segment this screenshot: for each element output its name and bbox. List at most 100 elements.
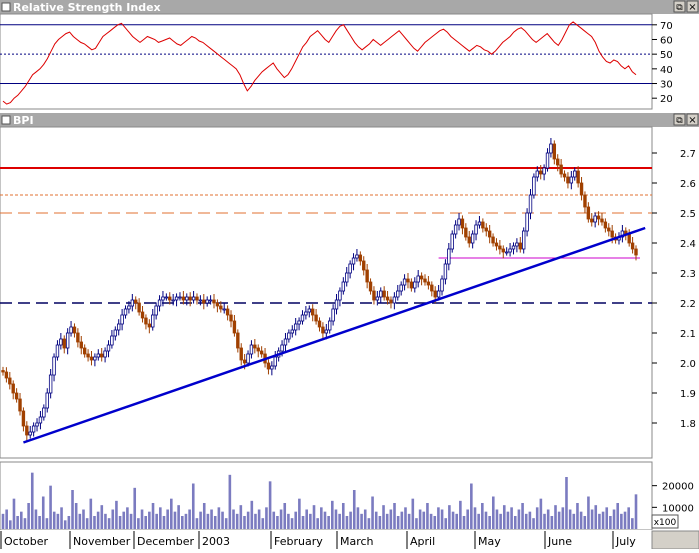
candle-body bbox=[52, 356, 56, 376]
volume-bar bbox=[572, 513, 576, 529]
volume-bar bbox=[528, 511, 532, 529]
volume-bar bbox=[312, 505, 316, 529]
candle-body bbox=[232, 320, 237, 334]
candle-body bbox=[600, 218, 604, 223]
candle-body bbox=[21, 410, 26, 427]
volume-axis: 20000 10000 bbox=[652, 482, 694, 514]
candle-body bbox=[542, 167, 546, 175]
volume-bar bbox=[155, 513, 158, 529]
candle-body bbox=[566, 176, 570, 184]
candle-body bbox=[14, 392, 19, 400]
x-tick-label: October bbox=[4, 535, 48, 548]
volume-bar bbox=[162, 516, 166, 529]
candle-body bbox=[225, 308, 230, 316]
candle-body bbox=[62, 338, 66, 349]
candle-body bbox=[511, 245, 516, 250]
candle-body bbox=[89, 356, 94, 361]
price-tick-label: 2.3 bbox=[680, 269, 696, 280]
x-tick-label: March bbox=[340, 535, 374, 548]
candle-body bbox=[256, 347, 260, 352]
volume-bar bbox=[620, 513, 623, 529]
candle-body bbox=[195, 296, 199, 301]
volume-bar bbox=[309, 513, 312, 529]
volume-bar bbox=[298, 498, 301, 529]
candle-body bbox=[596, 215, 601, 220]
candle-body bbox=[178, 296, 182, 299]
price-tick-label: 2.5 bbox=[680, 209, 696, 220]
volume-bar bbox=[627, 507, 630, 529]
candle-body bbox=[610, 230, 614, 238]
candle-body bbox=[603, 221, 608, 229]
rsi-tick-label: 70 bbox=[660, 21, 673, 32]
volume-bar bbox=[19, 511, 23, 529]
rsi-restore-icon: ⧉ bbox=[676, 3, 683, 13]
volume-bar bbox=[41, 496, 45, 529]
candle-body bbox=[504, 251, 509, 254]
volume-bar bbox=[129, 513, 133, 529]
candle-body bbox=[576, 170, 580, 184]
chart-svg: Relative Strength Index ⧉ × 70 60 50 40 30 20… bbox=[0, 0, 699, 550]
candle-body bbox=[341, 281, 346, 292]
volume-bar bbox=[170, 498, 173, 529]
volume-bar bbox=[535, 507, 539, 529]
candle-body bbox=[607, 227, 611, 232]
candle-body bbox=[481, 221, 485, 229]
volume-bar bbox=[466, 509, 469, 529]
volume-bar bbox=[235, 513, 239, 529]
volume-bar bbox=[561, 507, 565, 529]
candle-body bbox=[212, 299, 216, 304]
volume-bar bbox=[576, 503, 579, 529]
volume-bar bbox=[210, 509, 213, 529]
candle-body bbox=[229, 314, 233, 322]
candle-body bbox=[317, 320, 322, 328]
price-axis: 2.7 2.6 2.5 2.4 2.3 2.2 2.1 2.0 1.9 1.8 bbox=[652, 149, 696, 430]
volume-bar bbox=[254, 513, 257, 529]
price-tick-label: 2.4 bbox=[680, 239, 696, 250]
candle-body bbox=[310, 308, 315, 316]
candle-body bbox=[355, 254, 359, 259]
volume-bar bbox=[345, 516, 349, 529]
candle-body bbox=[205, 299, 209, 304]
volume-bar bbox=[82, 509, 85, 529]
scrollbar[interactable] bbox=[651, 530, 699, 550]
x-tick-label: July bbox=[615, 535, 636, 548]
volume-bar bbox=[140, 509, 144, 529]
candle-body bbox=[351, 257, 356, 265]
candle-body bbox=[86, 353, 90, 358]
candle-body bbox=[35, 422, 39, 427]
candle-body bbox=[419, 275, 424, 280]
volume-bar bbox=[510, 507, 513, 529]
candle-body bbox=[321, 326, 325, 334]
volume-bar bbox=[213, 516, 217, 529]
rsi-header-icon bbox=[1, 2, 11, 12]
candle-body bbox=[457, 218, 461, 226]
candle-body bbox=[396, 290, 400, 298]
volume-bar bbox=[579, 511, 583, 529]
candle-body bbox=[113, 329, 118, 337]
volume-bar bbox=[180, 516, 184, 529]
candle-body bbox=[559, 164, 563, 175]
volume-bar bbox=[184, 513, 188, 529]
candle-body bbox=[38, 416, 43, 424]
x-tick-label: June bbox=[547, 535, 572, 548]
volume-bar bbox=[294, 511, 298, 529]
volume-bar bbox=[338, 513, 341, 529]
candle-body bbox=[375, 296, 380, 301]
candle-body bbox=[545, 152, 550, 169]
candle-body bbox=[4, 371, 9, 379]
candle-body bbox=[117, 323, 121, 331]
candle-body bbox=[266, 362, 271, 370]
volume-bar bbox=[473, 507, 477, 529]
volume-bar bbox=[173, 511, 177, 529]
volume-bar bbox=[217, 507, 221, 529]
candle-body bbox=[293, 323, 298, 331]
candle-body bbox=[106, 344, 111, 352]
volume-bar bbox=[605, 507, 609, 529]
volume-bar bbox=[316, 518, 319, 529]
candle-body bbox=[140, 311, 145, 319]
volume-bar bbox=[221, 511, 224, 529]
candle-body bbox=[151, 314, 155, 328]
candle-body bbox=[627, 233, 631, 244]
volume-bar bbox=[93, 516, 96, 529]
candle-body bbox=[8, 377, 12, 385]
